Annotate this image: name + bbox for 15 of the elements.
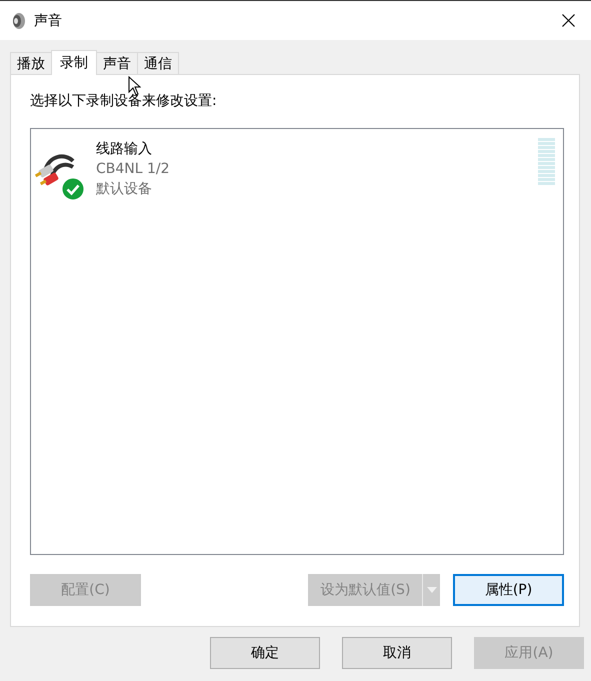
- ok-button[interactable]: 确定: [210, 637, 320, 669]
- instruction-text: 选择以下录制设备来修改设置:: [30, 92, 218, 111]
- tab[interactable]: 录制: [51, 50, 97, 75]
- device-name: 线路输入: [96, 140, 153, 159]
- level-meter: [538, 138, 555, 186]
- device-row[interactable]: 线路输入 CB4NL 1/2 默认设备: [31, 129, 563, 207]
- cancel-button[interactable]: 取消: [342, 637, 452, 669]
- device-detail: CB4NL 1/2: [96, 160, 171, 179]
- speaker-icon: [10, 12, 26, 30]
- properties-button[interactable]: 属性(P): [453, 574, 564, 606]
- tab[interactable]: 通信: [137, 52, 179, 74]
- close-icon[interactable]: [562, 14, 574, 27]
- window-title: 声音: [34, 12, 63, 30]
- device-status: 默认设备: [96, 180, 153, 199]
- tab[interactable]: 播放: [10, 52, 52, 74]
